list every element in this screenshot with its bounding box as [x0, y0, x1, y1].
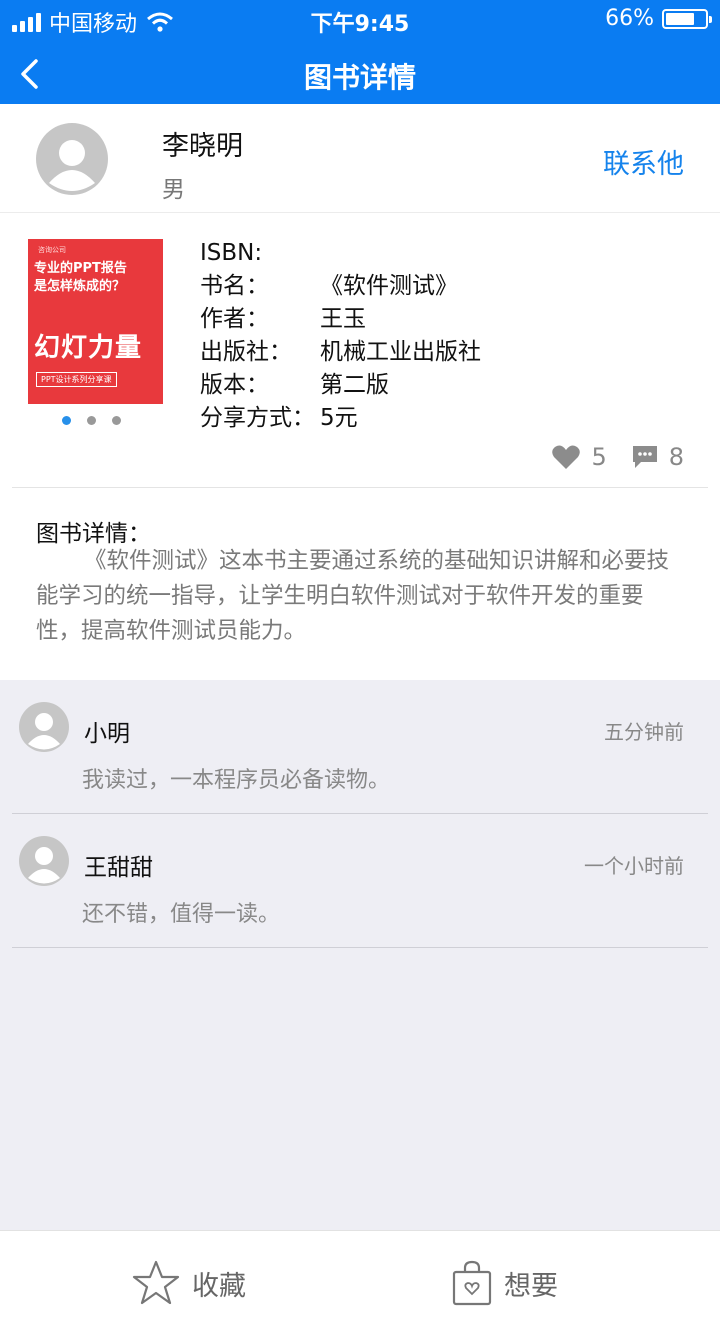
book-info: 咨询公司 专业的PPT报告 是怎样炼成的？ 幻灯力量 PPT设计系列分享课 IS… — [0, 213, 720, 488]
shopping-bag-icon — [452, 1260, 492, 1306]
owner-name: 李晓明 — [162, 131, 243, 162]
field-isbn: ISBN: — [200, 240, 263, 266]
status-bar: 中国移动 下午9:45 66% — [0, 0, 720, 40]
comment-text: 我读过，一本程序员必备读物。 — [82, 768, 391, 793]
cover-text: 幻灯力量 — [34, 333, 143, 363]
comment-time: 五分钟前 — [604, 720, 684, 744]
divider — [12, 947, 708, 948]
contact-button[interactable]: 联系他 — [603, 142, 684, 181]
detail-text: 《软件测试》这本书主要通过系统的基础知识讲解和必要技能学习的统一指导，让学生明白… — [36, 548, 670, 644]
star-icon — [132, 1260, 180, 1305]
field-title: 书名： 《软件测试》 — [200, 273, 458, 299]
favorite-button[interactable]: 收藏 — [132, 1231, 246, 1335]
want-button[interactable]: 想要 — [452, 1231, 558, 1335]
cover-text: PPT设计系列分享课 — [36, 372, 117, 387]
page-title: 图书详情 — [303, 61, 416, 94]
cover-text: 专业的PPT报告 — [34, 261, 127, 276]
carousel-dot-active[interactable] — [62, 416, 71, 425]
cover-text: 是怎样炼成的？ — [34, 279, 126, 294]
avatar — [19, 702, 69, 752]
battery-percent: 66% — [605, 6, 654, 31]
want-label: 想要 — [504, 1270, 558, 1302]
field-publisher: 出版社： 机械工业出版社 — [200, 339, 481, 365]
comment-icon[interactable] — [631, 444, 659, 470]
carousel-indicator[interactable] — [62, 416, 121, 425]
comment-list: 小明 五分钟前 我读过，一本程序员必备读物。 王甜甜 一个小时前 还不错，值得一… — [0, 680, 720, 1230]
book-detail: 图书详情： 《软件测试》这本书主要通过系统的基础知识讲解和必要技能学习的统一指导… — [0, 488, 720, 680]
avatar — [19, 836, 69, 886]
comment-count: 8 — [668, 443, 684, 471]
book-fields: ISBN: 书名： 《软件测试》 作者： 王玉 出版社： 机械工业出版社 版本： 第二版… — [200, 237, 481, 435]
like-count: 5 — [591, 443, 607, 471]
comment-item: 小明 五分钟前 我读过，一本程序员必备读物。 — [0, 680, 720, 814]
field-author: 作者： 王玉 — [200, 306, 366, 332]
favorite-label: 收藏 — [192, 1270, 246, 1302]
owner-gender: 男 — [162, 177, 185, 203]
carousel-dot[interactable] — [112, 416, 121, 425]
avatar — [36, 123, 108, 195]
bottom-action-bar: 收藏 想要 — [0, 1230, 720, 1334]
battery-icon — [662, 8, 712, 29]
field-share-method: 分享方式： 5元 — [200, 405, 358, 431]
book-cover[interactable]: 咨询公司 专业的PPT报告 是怎样炼成的？ 幻灯力量 PPT设计系列分享课 — [28, 239, 163, 404]
carousel-dot[interactable] — [87, 416, 96, 425]
cover-text: 咨询公司 — [38, 246, 66, 254]
owner-row: 李晓明 男 联系他 — [0, 104, 720, 213]
top-bar: 中国移动 下午9:45 66% 图书详情 — [0, 0, 720, 104]
comment-author: 小明 — [84, 721, 130, 747]
heart-icon[interactable] — [551, 444, 581, 470]
nav-bar: 图书详情 — [0, 44, 720, 104]
comment-text: 还不错，值得一读。 — [82, 902, 281, 927]
book-stats: 5 8 — [551, 443, 684, 471]
detail-title: 图书详情： — [36, 521, 151, 547]
field-edition: 版本： 第二版 — [200, 372, 389, 398]
comment-author: 王甜甜 — [84, 855, 153, 881]
comment-time: 一个小时前 — [584, 854, 684, 878]
comment-item: 王甜甜 一个小时前 还不错，值得一读。 — [0, 814, 720, 948]
